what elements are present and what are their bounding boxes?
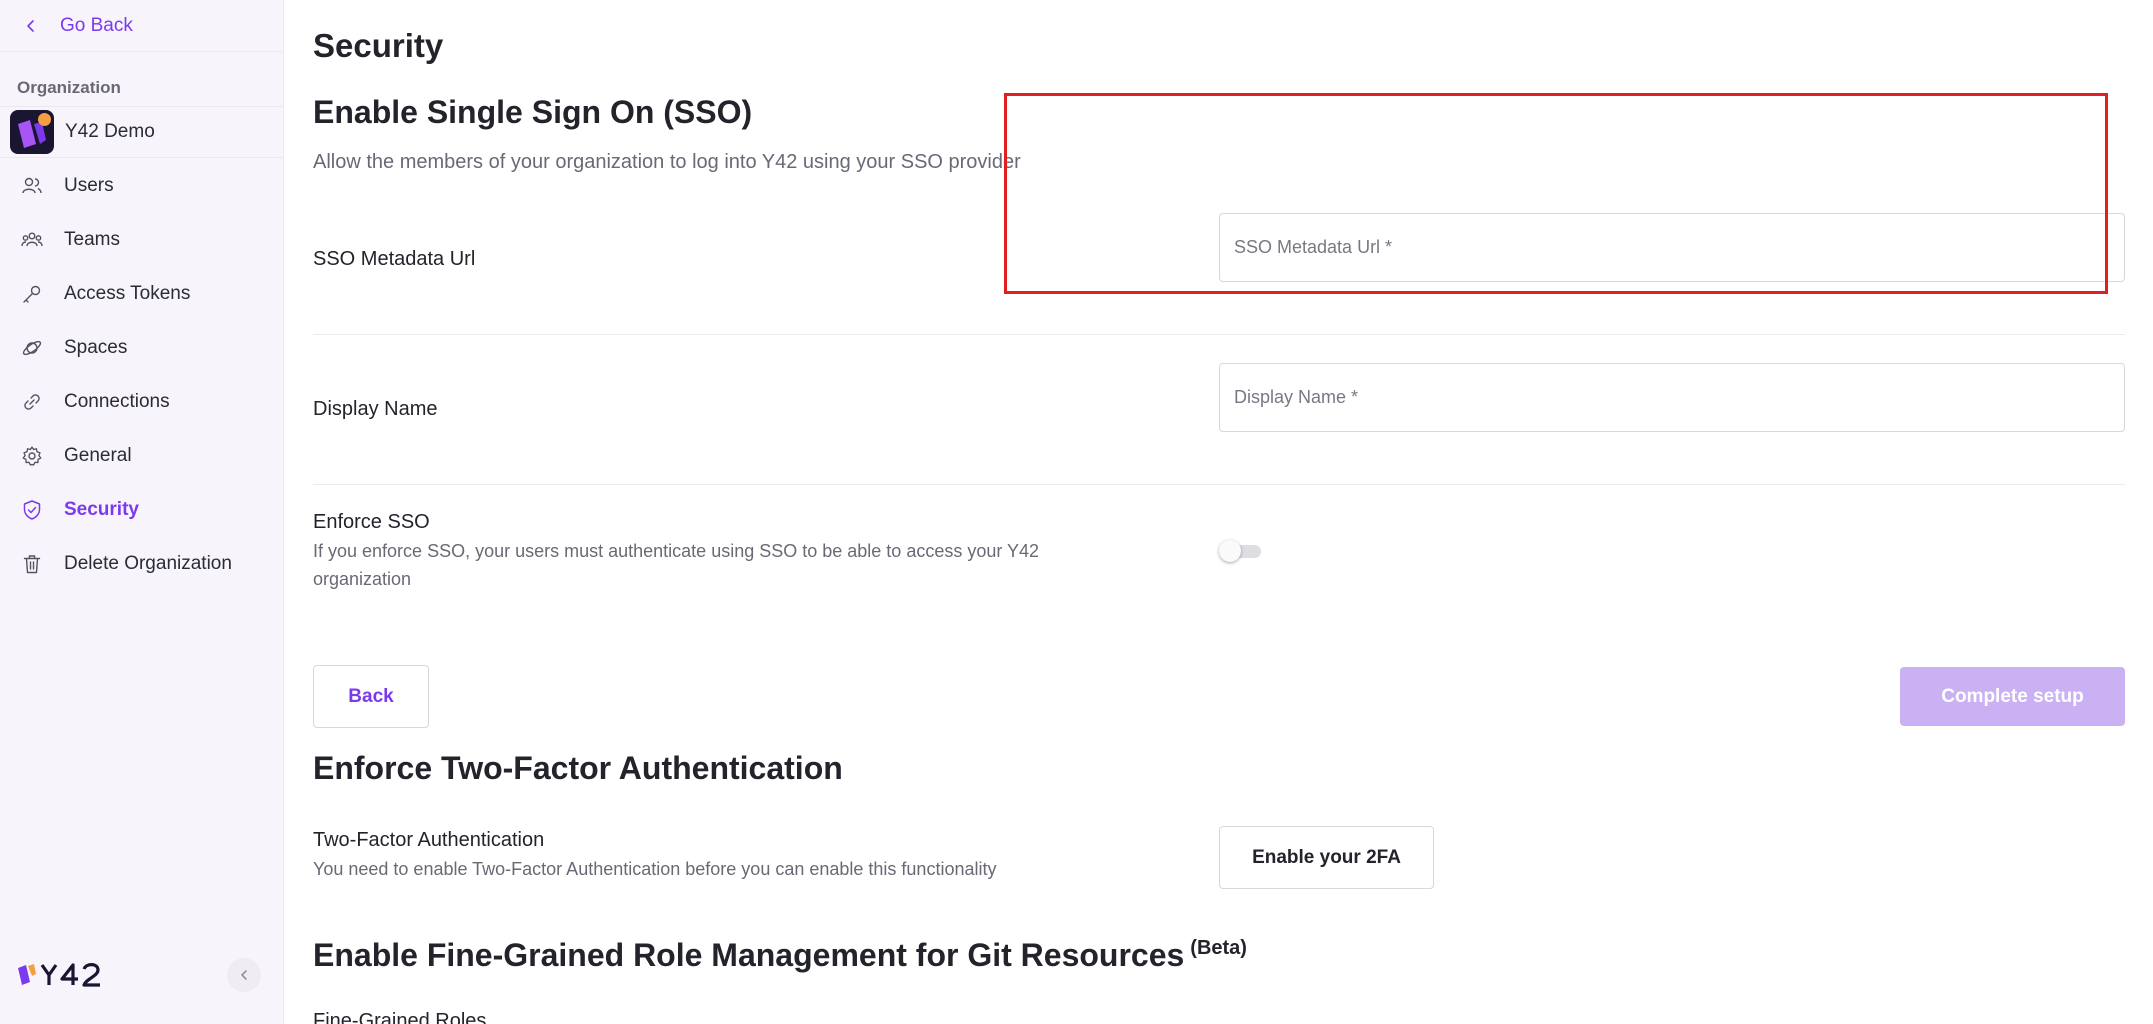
complete-setup-button[interactable]: Complete setup bbox=[1900, 667, 2125, 726]
collapse-sidebar-button[interactable] bbox=[227, 958, 261, 992]
y42-brand-logo bbox=[16, 960, 136, 990]
enforce-sso-toggle[interactable] bbox=[1219, 540, 1263, 562]
two-factor-label: Two-Factor Authentication bbox=[313, 829, 545, 851]
organization-heading: Organization bbox=[17, 78, 121, 97]
sidebar-item-label: Spaces bbox=[64, 337, 128, 358]
sidebar: Go Back Organization Y42 Demo Users Team… bbox=[0, 0, 284, 1024]
fine-grained-roles-label: Fine-Grained Roles bbox=[313, 1010, 487, 1024]
two-factor-heading: Enforce Two-Factor Authentication bbox=[313, 750, 843, 786]
planet-icon bbox=[21, 337, 43, 359]
two-factor-description: You need to enable Two-Factor Authentica… bbox=[313, 859, 997, 879]
sidebar-item-teams[interactable]: Teams bbox=[0, 213, 284, 267]
page-title: Security bbox=[313, 27, 444, 64]
link-icon bbox=[21, 391, 43, 413]
divider bbox=[313, 334, 2125, 335]
sidebar-item-label: Connections bbox=[64, 391, 170, 412]
display-name-input[interactable] bbox=[1219, 363, 2125, 432]
sidebar-item-label: Users bbox=[64, 175, 114, 196]
sidebar-item-general[interactable]: General bbox=[0, 429, 284, 483]
go-back-label: Go Back bbox=[60, 14, 133, 36]
chevron-left-icon bbox=[241, 970, 247, 980]
sidebar-item-spaces[interactable]: Spaces bbox=[0, 321, 284, 375]
enforce-sso-label: Enforce SSO bbox=[313, 511, 430, 533]
sidebar-item-connections[interactable]: Connections bbox=[0, 375, 284, 429]
sidebar-item-label: Delete Organization bbox=[64, 553, 232, 574]
fine-grained-heading-text: Enable Fine-Grained Role Management for … bbox=[313, 937, 1185, 973]
sidebar-nav: Users Teams Access Tokens Spaces Connect… bbox=[0, 159, 284, 591]
sso-metadata-url-input[interactable] bbox=[1219, 213, 2125, 282]
sso-subtitle: Allow the members of your organization t… bbox=[313, 151, 1021, 173]
go-back-link[interactable]: Go Back bbox=[0, 0, 284, 52]
trash-icon bbox=[21, 553, 43, 575]
chevron-left-icon bbox=[27, 19, 34, 32]
sso-heading: Enable Single Sign On (SSO) bbox=[313, 94, 753, 130]
sidebar-item-security[interactable]: Security bbox=[0, 483, 284, 537]
sso-metadata-label: SSO Metadata Url bbox=[313, 248, 476, 270]
key-icon bbox=[21, 283, 43, 305]
enable-2fa-button[interactable]: Enable your 2FA bbox=[1219, 826, 1434, 889]
back-button[interactable]: Back bbox=[313, 665, 429, 728]
divider bbox=[313, 484, 2125, 485]
sidebar-item-label: General bbox=[64, 445, 132, 466]
teams-icon bbox=[21, 229, 43, 251]
display-name-label: Display Name bbox=[313, 398, 438, 420]
enforce-sso-description: If you enforce SSO, your users must auth… bbox=[313, 541, 1040, 589]
sidebar-item-users[interactable]: Users bbox=[0, 159, 284, 213]
sidebar-item-label: Teams bbox=[64, 229, 120, 250]
sidebar-item-access-tokens[interactable]: Access Tokens bbox=[0, 267, 284, 321]
fine-grained-heading: Enable Fine-Grained Role Management for … bbox=[313, 937, 1247, 974]
shield-icon bbox=[21, 499, 43, 521]
org-status-dot bbox=[38, 113, 51, 126]
users-icon bbox=[21, 175, 43, 197]
toggle-knob bbox=[1219, 540, 1241, 562]
sidebar-item-delete-organization[interactable]: Delete Organization bbox=[0, 537, 284, 591]
org-avatar bbox=[10, 110, 54, 154]
org-name: Y42 Demo bbox=[65, 121, 155, 142]
gear-icon bbox=[21, 445, 43, 467]
sidebar-item-label: Security bbox=[64, 499, 139, 520]
y42-logo-icon bbox=[18, 963, 100, 987]
organization-switcher[interactable]: Y42 Demo bbox=[0, 106, 284, 158]
beta-badge: (Beta) bbox=[1190, 937, 1247, 960]
app-window: Go Back Organization Y42 Demo Users Team… bbox=[0, 0, 2153, 1024]
sidebar-item-label: Access Tokens bbox=[64, 283, 191, 304]
